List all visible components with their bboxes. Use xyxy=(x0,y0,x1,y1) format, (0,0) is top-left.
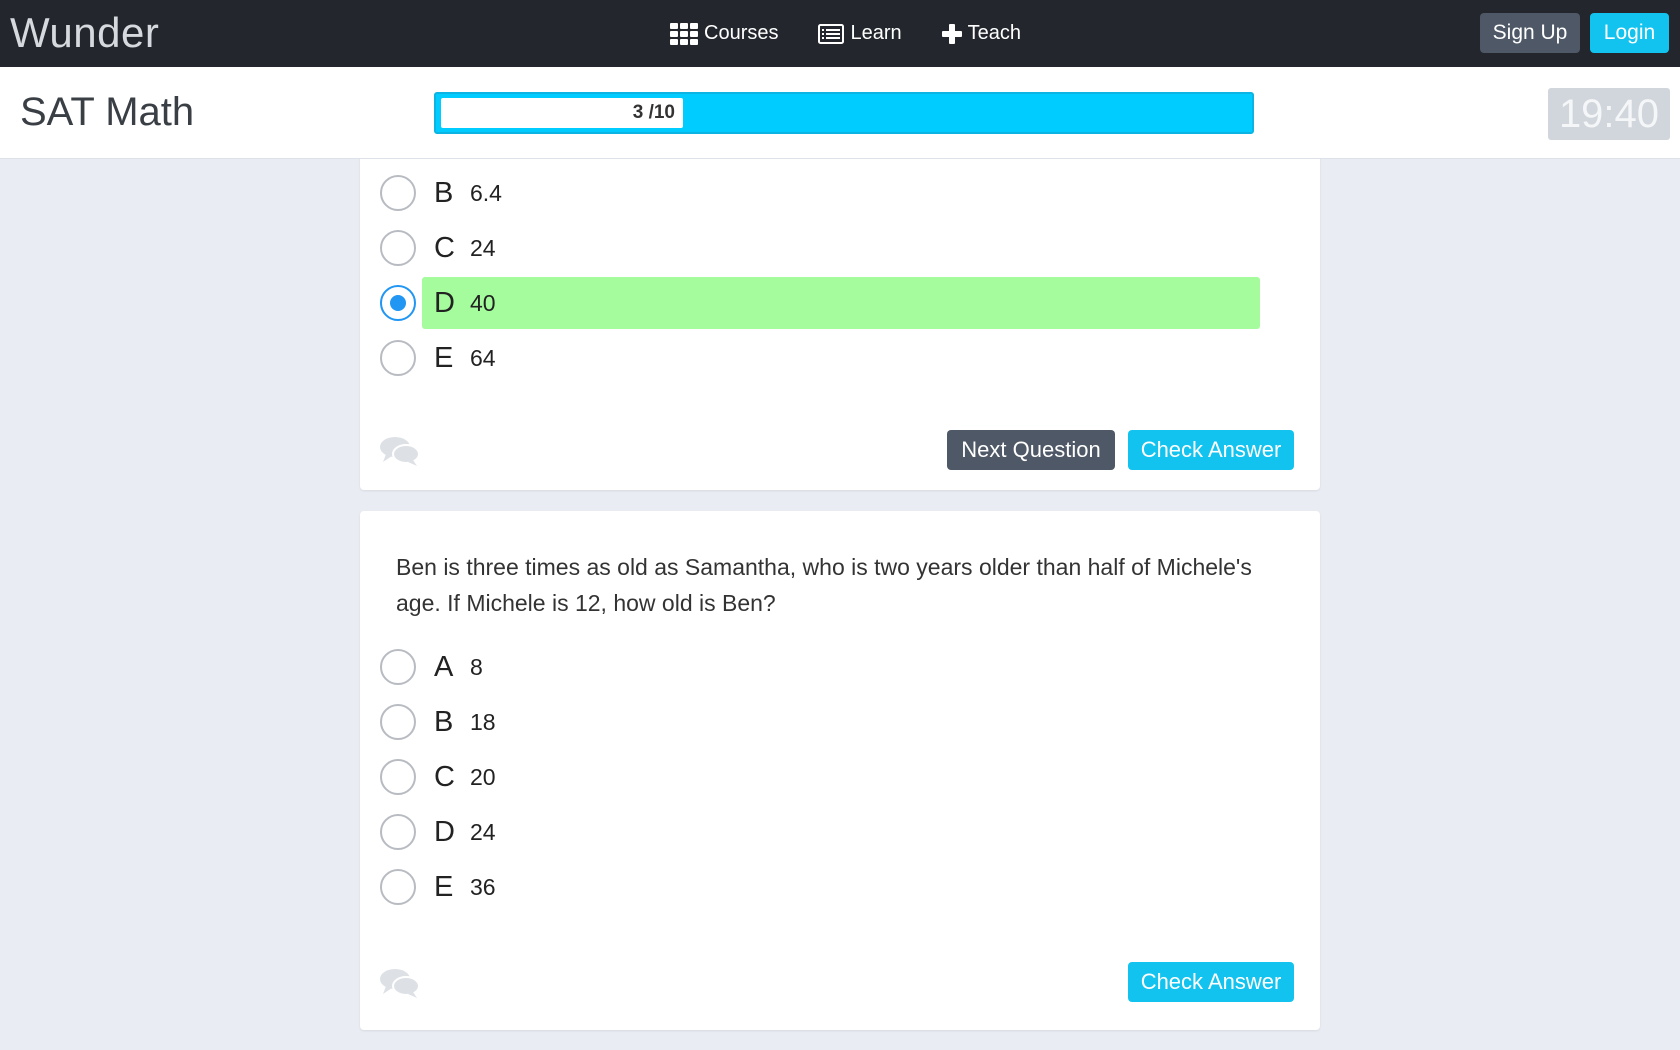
radio-button-checked[interactable] xyxy=(380,285,416,321)
main-nav: Courses Learn Teach xyxy=(670,0,1021,67)
chat-bubbles-icon[interactable] xyxy=(380,967,420,999)
answer-option-body[interactable]: A 8 xyxy=(422,641,1260,693)
option-value: 36 xyxy=(470,873,496,900)
answer-option[interactable]: E 36 xyxy=(380,861,1260,913)
answer-option[interactable]: B 6.4 xyxy=(380,167,1260,219)
chat-bubbles-icon[interactable] xyxy=(380,435,420,467)
option-value: 24 xyxy=(470,818,496,845)
answer-option-body[interactable]: D 40 xyxy=(422,277,1260,329)
nav-learn-link[interactable]: Learn xyxy=(818,22,902,45)
answer-option-body[interactable]: E 36 xyxy=(422,861,1260,913)
top-navbar: Wunder Courses Learn Teach Sign Up Login xyxy=(0,0,1680,67)
progress-bar: 3 /10 xyxy=(434,92,1254,134)
option-letter: B xyxy=(434,705,454,738)
option-letter: C xyxy=(434,760,455,793)
question-card: B 6.4 C 24 D 40 E 64 Next Question Check… xyxy=(360,159,1320,490)
option-value: 18 xyxy=(470,708,496,735)
answer-option-body[interactable]: B 18 xyxy=(422,696,1260,748)
option-letter: D xyxy=(434,286,455,319)
radio-button[interactable] xyxy=(380,230,416,266)
nav-teach-label: Teach xyxy=(967,22,1022,44)
option-value: 24 xyxy=(470,234,496,261)
nav-courses-label: Courses xyxy=(704,22,779,44)
nav-teach-link[interactable]: Teach xyxy=(941,22,1022,45)
question-text: Ben is three times as old as Samantha, w… xyxy=(396,554,1252,616)
option-letter: D xyxy=(434,815,455,848)
radio-button[interactable] xyxy=(380,704,416,740)
option-letter: A xyxy=(434,650,454,683)
sign-up-button[interactable]: Sign Up xyxy=(1480,13,1580,53)
login-button[interactable]: Login xyxy=(1590,13,1669,53)
radio-button[interactable] xyxy=(380,649,416,685)
check-answer-button[interactable]: Check Answer xyxy=(1128,962,1294,1002)
option-value: 40 xyxy=(470,289,496,316)
answer-option-body[interactable]: C 20 xyxy=(422,751,1260,803)
next-question-button[interactable]: Next Question xyxy=(947,430,1115,470)
brand-logo[interactable]: Wunder xyxy=(10,9,159,57)
answer-option[interactable]: A 8 xyxy=(380,641,1260,693)
question-list[interactable]: B 6.4 C 24 D 40 E 64 Next Question Check… xyxy=(0,159,1680,1050)
answer-option[interactable]: C 20 xyxy=(380,751,1260,803)
answer-option[interactable]: B 18 xyxy=(380,696,1260,748)
answer-option[interactable]: D 24 xyxy=(380,806,1260,858)
answer-option-body[interactable]: B 6.4 xyxy=(422,167,1260,219)
answer-option-body[interactable]: E 64 xyxy=(422,332,1260,384)
list-icon xyxy=(818,23,845,44)
option-letter: C xyxy=(434,231,455,264)
option-value: 6.4 xyxy=(470,179,502,206)
option-letter: E xyxy=(434,870,454,903)
course-header: SAT Math 3 /10 19:40 xyxy=(0,67,1680,159)
radio-button[interactable] xyxy=(380,814,416,850)
progress-indicator: 3 /10 xyxy=(441,98,683,128)
course-title: SAT Math xyxy=(20,90,195,134)
check-answer-button[interactable]: Check Answer xyxy=(1128,430,1294,470)
nav-learn-label: Learn xyxy=(850,22,902,44)
radio-button[interactable] xyxy=(380,340,416,376)
option-letter: B xyxy=(434,176,454,209)
grid-icon xyxy=(670,22,698,45)
nav-courses-link[interactable]: Courses xyxy=(670,22,778,45)
option-value: 64 xyxy=(470,344,496,371)
radio-button[interactable] xyxy=(380,759,416,795)
countdown-timer: 19:40 xyxy=(1548,88,1670,140)
answer-option-body[interactable]: C 24 xyxy=(422,222,1260,274)
answer-option-selected[interactable]: D 40 xyxy=(380,277,1260,329)
answer-option-body[interactable]: D 24 xyxy=(422,806,1260,858)
option-value: 8 xyxy=(470,653,483,680)
option-value: 20 xyxy=(470,763,496,790)
radio-button[interactable] xyxy=(380,175,416,211)
radio-button[interactable] xyxy=(380,869,416,905)
answer-option[interactable]: C 24 xyxy=(380,222,1260,274)
plus-icon xyxy=(941,23,962,44)
answer-option[interactable]: E 64 xyxy=(380,332,1260,384)
option-letter: E xyxy=(434,341,454,374)
progress-label: 3 /10 xyxy=(632,102,675,123)
question-card: Ben is three times as old as Samantha, w… xyxy=(360,511,1320,1030)
